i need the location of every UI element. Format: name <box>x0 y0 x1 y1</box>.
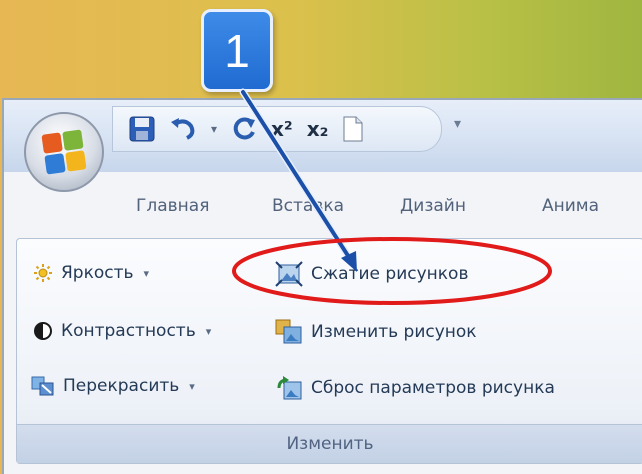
powerpoint-window: ▾ x² x₂ ▾ Главная Вставка Дизайн Анима Я… <box>2 98 642 474</box>
sun-icon <box>34 264 52 282</box>
recolor-icon <box>31 376 54 396</box>
reset-picture-label: Сброс параметров рисунка <box>311 378 555 398</box>
contrast-label: Контрастность <box>61 321 196 341</box>
save-icon[interactable] <box>129 115 155 143</box>
compress-pictures-button[interactable]: Сжатие рисунков <box>275 261 468 287</box>
undo-icon[interactable] <box>169 115 197 143</box>
quick-access-toolbar: ▾ x² x₂ <box>112 106 442 152</box>
undo-dropdown-icon[interactable]: ▾ <box>211 115 217 143</box>
ribbon-tabs: Главная Вставка Дизайн Анима <box>124 196 642 228</box>
chevron-down-icon: ▾ <box>143 266 150 280</box>
tab-design[interactable]: Дизайн <box>400 196 466 216</box>
office-logo-icon <box>41 129 87 175</box>
tab-animation[interactable]: Анима <box>542 196 599 216</box>
tab-insert[interactable]: Вставка <box>272 196 344 216</box>
recolor-label: Перекрасить <box>63 376 180 396</box>
reset-picture-icon <box>277 376 302 400</box>
contrast-icon <box>34 322 52 340</box>
change-picture-button[interactable]: Изменить рисунок <box>275 319 477 345</box>
brightness-label: Яркость <box>61 263 134 283</box>
compress-pictures-label: Сжатие рисунков <box>311 264 469 284</box>
customize-toolbar-dropdown-icon[interactable]: ▾ <box>454 116 461 132</box>
chevron-down-icon: ▾ <box>189 379 195 393</box>
tab-home[interactable]: Главная <box>136 196 209 216</box>
change-picture-icon <box>275 319 302 344</box>
office-button[interactable] <box>24 112 104 192</box>
slide-background: ▾ x² x₂ ▾ Главная Вставка Дизайн Анима Я… <box>0 0 642 474</box>
chevron-down-icon: ▾ <box>205 324 212 338</box>
subscript-button[interactable]: x₂ <box>307 115 329 143</box>
superscript-button[interactable]: x² <box>271 115 293 143</box>
callout-number-badge: 1 <box>201 9 273 92</box>
brightness-button[interactable]: Яркость ▾ <box>33 263 149 283</box>
reset-picture-button[interactable]: Сброс параметров рисунка <box>275 375 555 401</box>
compress-pictures-icon <box>275 261 303 287</box>
redo-icon[interactable] <box>231 115 257 143</box>
new-document-icon[interactable] <box>342 115 364 143</box>
group-label: Изменить <box>17 424 642 463</box>
adjust-group: Яркость ▾ Контрастность ▾ Перекрасить ▾ <box>16 238 642 464</box>
contrast-button[interactable]: Контрастность ▾ <box>33 321 211 341</box>
recolor-button[interactable]: Перекрасить ▾ <box>31 375 195 397</box>
change-picture-label: Изменить рисунок <box>311 322 477 342</box>
